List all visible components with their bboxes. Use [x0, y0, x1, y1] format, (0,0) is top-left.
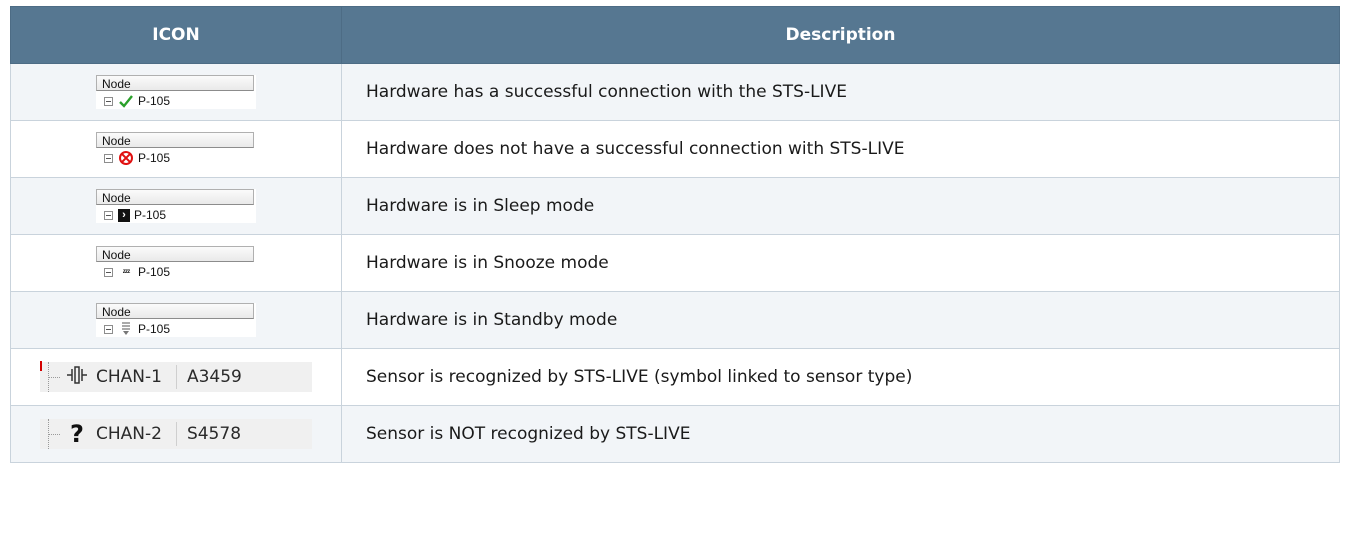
node-tree-widget: Node P-105 — [96, 132, 256, 166]
description-cell: Hardware is in Sleep mode — [341, 177, 1340, 235]
collapse-icon — [104, 267, 113, 277]
node-tree-widget: Node ᶻᶻᶻ P-105 — [96, 246, 256, 280]
green-check-icon — [118, 93, 134, 109]
collapse-icon — [104, 96, 113, 106]
node-label: P-105 — [134, 208, 167, 222]
icon-cell: Node P-105 — [10, 63, 342, 121]
description-cell: Hardware has a successful connection wit… — [341, 63, 1340, 121]
table-header-row: ICON Description — [10, 6, 1340, 64]
icon-cell: Node P-105 — [10, 120, 342, 178]
table-row: Node P-105 Hardware has a successful con… — [10, 63, 1340, 121]
description-column-header: Description — [341, 6, 1340, 64]
table-row: CHAN-1 A3459 Sensor is recognized by STS… — [10, 348, 1340, 406]
description-cell: Sensor is recognized by STS-LIVE (symbol… — [341, 348, 1340, 406]
description-cell: Hardware is in Snooze mode — [341, 234, 1340, 292]
description-cell: Hardware does not have a successful conn… — [341, 120, 1340, 178]
standby-icon — [118, 321, 134, 337]
node-header: Node — [96, 246, 254, 262]
channel-tree-widget: CHAN-1 A3459 — [40, 361, 312, 392]
icon-cell: ? CHAN-2 S4578 — [10, 405, 342, 463]
icon-cell: Node P-105 — [10, 291, 342, 349]
node-label: P-105 — [138, 151, 171, 165]
snooze-icon: ᶻᶻᶻ — [122, 267, 131, 277]
node-header: Node — [96, 75, 254, 91]
channel-id: S4578 — [186, 424, 242, 444]
table-row: ? CHAN-2 S4578 Sensor is NOT recognized … — [10, 405, 1340, 463]
collapse-icon — [104, 153, 113, 163]
sleep-icon: › — [118, 208, 130, 222]
icon-cell: CHAN-1 A3459 — [10, 348, 342, 406]
channel-name: CHAN-2 — [96, 424, 162, 444]
icon-legend-table: ICON Description Node P-105 Hardware has… — [10, 6, 1340, 463]
node-header: Node — [96, 303, 254, 319]
node-header: Node — [96, 189, 254, 205]
collapse-icon — [104, 324, 113, 334]
status-marker — [40, 361, 42, 371]
table-row: Node ᶻᶻᶻ P-105 Hardware is in Snooze mod… — [10, 234, 1340, 292]
icon-cell: Node › P-105 — [10, 177, 342, 235]
description-cell: Hardware is in Standby mode — [341, 291, 1340, 349]
channel-tree-widget: ? CHAN-2 S4578 — [40, 419, 312, 449]
table-row: Node P-105 Hardware does not have a succ… — [10, 120, 1340, 178]
channel-id: A3459 — [186, 367, 242, 387]
question-mark-icon: ? — [70, 420, 84, 448]
icon-column-header: ICON — [10, 6, 342, 64]
node-tree-widget: Node › P-105 — [96, 189, 256, 223]
node-tree-widget: Node P-105 — [96, 303, 256, 337]
node-tree-widget: Node P-105 — [96, 75, 256, 109]
table-row: Node › P-105 Hardware is in Sleep mode — [10, 177, 1340, 235]
description-cell: Sensor is NOT recognized by STS-LIVE — [341, 405, 1340, 463]
node-label: P-105 — [138, 322, 171, 336]
node-header: Node — [96, 132, 254, 148]
red-x-circle-icon — [118, 150, 134, 166]
table-row: Node P-105 Hardware is in Standby mode — [10, 291, 1340, 349]
channel-name: CHAN-1 — [96, 367, 162, 387]
sensor-symbol-icon — [62, 363, 92, 392]
collapse-icon — [104, 210, 113, 220]
node-label: P-105 — [138, 265, 171, 279]
node-label: P-105 — [138, 94, 171, 108]
icon-cell: Node ᶻᶻᶻ P-105 — [10, 234, 342, 292]
